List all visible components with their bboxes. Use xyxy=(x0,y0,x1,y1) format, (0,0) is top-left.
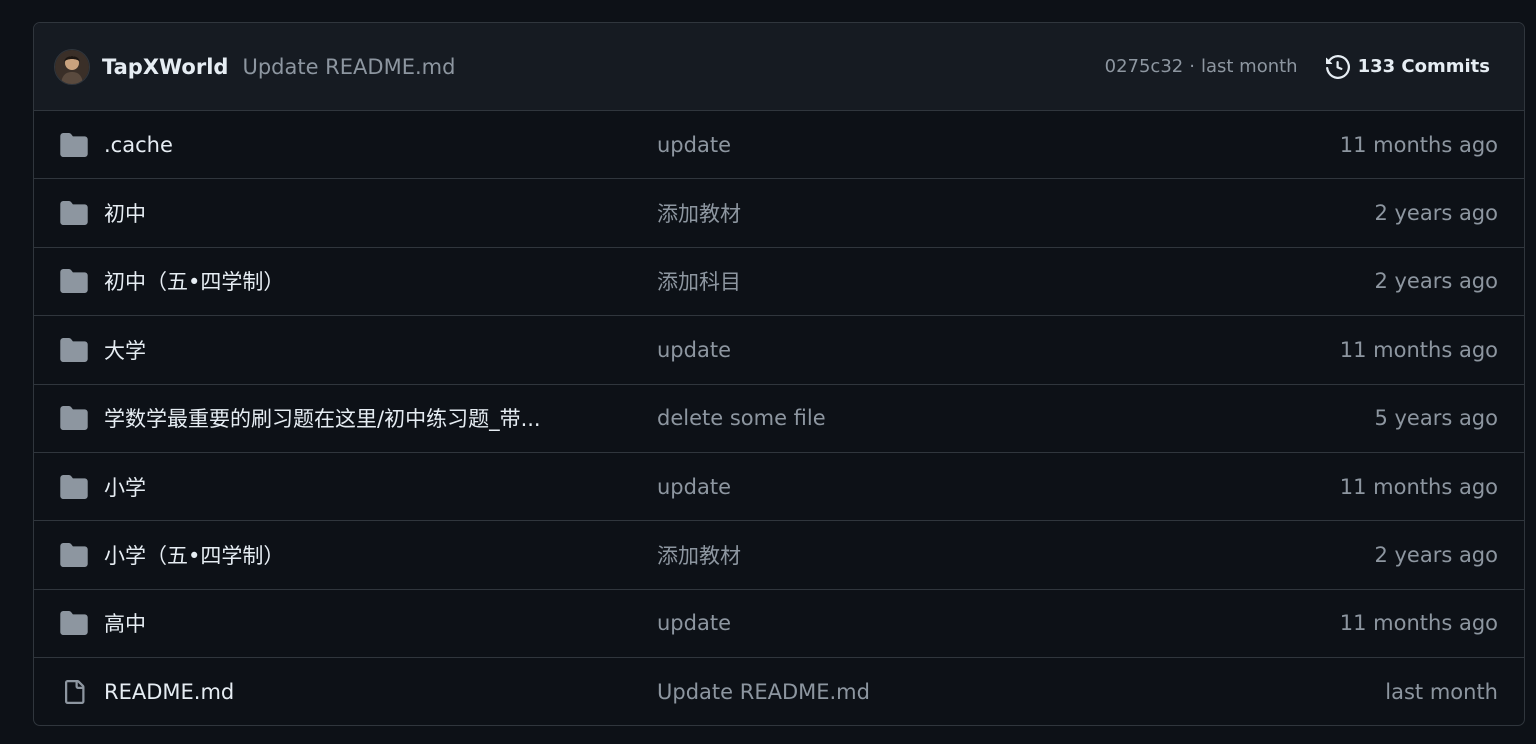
commit-meta: 0275c32 · last month xyxy=(1105,56,1298,77)
folder-icon xyxy=(60,131,88,159)
commit-sha-link[interactable]: 0275c32 xyxy=(1105,56,1184,77)
file-browser-panel: TapXWorld Update README.md 0275c32 · las… xyxy=(33,22,1525,726)
commit-author-link[interactable]: TapXWorld xyxy=(102,55,228,79)
commit-message-link[interactable]: Update README.md xyxy=(242,55,455,79)
file-name-link[interactable]: 学数学最重要的刷习题在这里/初中练习题_带... xyxy=(104,403,624,433)
file-commit-age: 11 months ago xyxy=(1339,611,1498,636)
commit-time: last month xyxy=(1200,56,1298,77)
file-row[interactable]: 高中 update 11 months ago xyxy=(34,590,1524,659)
file-commit-message-link[interactable]: delete some file xyxy=(657,406,1217,430)
file-row[interactable]: 初中（五•四学制） 添加科目 2 years ago xyxy=(34,248,1524,317)
file-row[interactable]: 小学 update 11 months ago xyxy=(34,453,1524,522)
file-name-link[interactable]: .cache xyxy=(104,133,624,157)
file-commit-message-link[interactable]: 添加教材 xyxy=(657,540,1217,570)
file-name-link[interactable]: 高中 xyxy=(104,608,624,638)
file-commit-age: 2 years ago xyxy=(1374,269,1498,294)
commits-history-link[interactable]: 133 Commits xyxy=(1325,54,1490,79)
file-name-link[interactable]: 大学 xyxy=(104,335,624,365)
file-row[interactable]: 初中 添加教材 2 years ago xyxy=(34,179,1524,248)
file-commit-message-link[interactable]: update xyxy=(657,611,1217,635)
file-row[interactable]: 小学（五•四学制） 添加教材 2 years ago xyxy=(34,521,1524,590)
meta-separator: · xyxy=(1189,56,1195,77)
latest-commit-bar: TapXWorld Update README.md 0275c32 · las… xyxy=(34,23,1524,111)
folder-icon xyxy=(60,541,88,569)
file-name-link[interactable]: README.md xyxy=(104,680,624,704)
file-commit-message-link[interactable]: update xyxy=(657,133,1217,157)
file-row[interactable]: README.md Update README.md last month xyxy=(34,658,1524,725)
commits-count-label: 133 Commits xyxy=(1357,56,1490,77)
folder-icon xyxy=(60,404,88,432)
history-icon xyxy=(1325,54,1350,79)
file-commit-age: 11 months ago xyxy=(1339,337,1498,362)
file-commit-age: 2 years ago xyxy=(1374,201,1498,226)
file-commit-age: 5 years ago xyxy=(1374,406,1498,431)
file-name-link[interactable]: 初中（五•四学制） xyxy=(104,266,624,296)
file-row[interactable]: .cache update 11 months ago xyxy=(34,111,1524,180)
file-commit-age: 11 months ago xyxy=(1339,132,1498,157)
file-commit-message-link[interactable]: update xyxy=(657,475,1217,499)
file-name-link[interactable]: 初中 xyxy=(104,198,624,228)
file-commit-age: 2 years ago xyxy=(1374,543,1498,568)
author-avatar[interactable] xyxy=(54,48,90,85)
file-row[interactable]: 学数学最重要的刷习题在这里/初中练习题_带... delete some fil… xyxy=(34,385,1524,453)
folder-icon xyxy=(60,199,88,227)
file-list: .cache update 11 months ago 初中 添加教材 2 ye… xyxy=(34,111,1524,725)
folder-icon xyxy=(60,336,88,364)
file-row[interactable]: 大学 update 11 months ago xyxy=(34,316,1524,385)
folder-icon xyxy=(60,473,88,501)
file-name-link[interactable]: 小学（五•四学制） xyxy=(104,540,624,570)
file-commit-age: 11 months ago xyxy=(1339,474,1498,499)
folder-icon xyxy=(60,609,88,637)
file-commit-age: last month xyxy=(1385,680,1498,705)
folder-icon xyxy=(60,267,88,295)
file-name-link[interactable]: 小学 xyxy=(104,472,624,502)
file-icon xyxy=(60,678,88,706)
file-commit-message-link[interactable]: Update README.md xyxy=(657,680,1217,704)
file-commit-message-link[interactable]: 添加科目 xyxy=(657,266,1217,296)
file-commit-message-link[interactable]: update xyxy=(657,338,1217,362)
file-commit-message-link[interactable]: 添加教材 xyxy=(657,198,1217,228)
